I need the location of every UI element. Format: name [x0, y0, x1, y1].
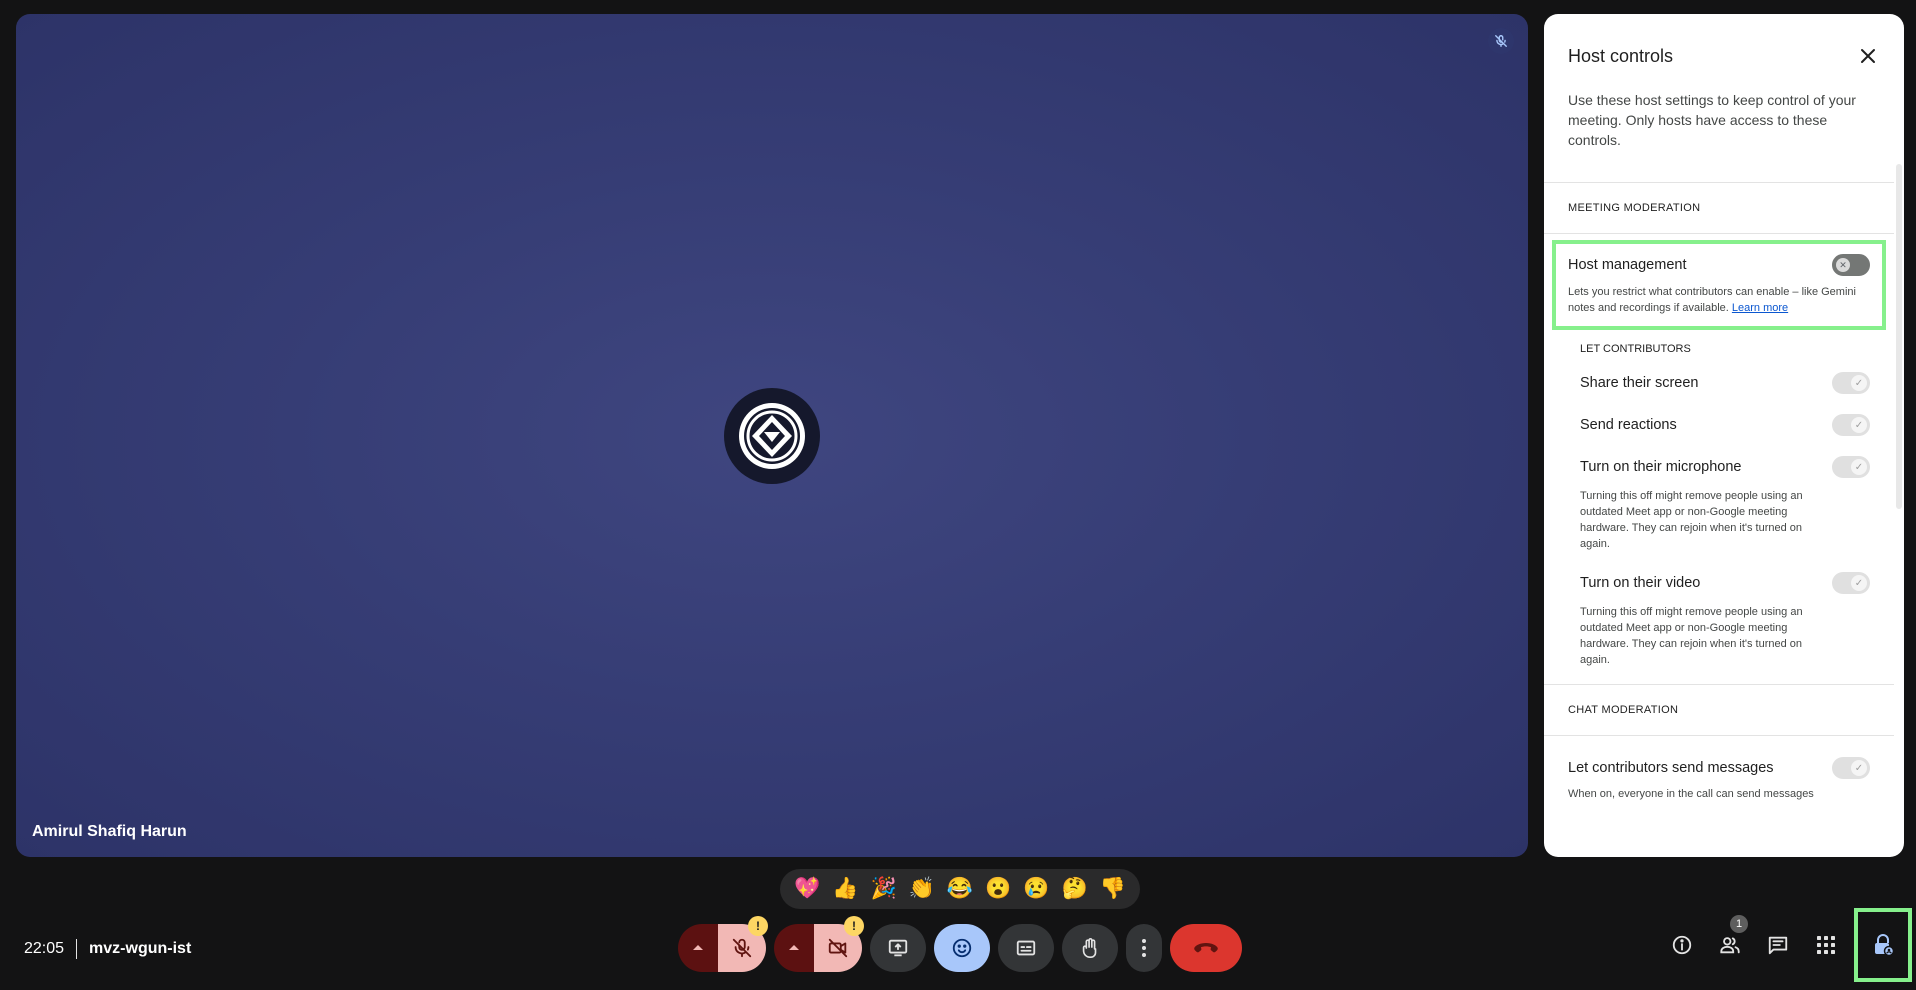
meeting-info: 22:05 mvz-wgun-ist — [24, 939, 191, 959]
raise-hand-button[interactable] — [1062, 924, 1118, 972]
option-title: Send reactions — [1580, 417, 1677, 433]
toggle-off-icon: ✕ — [1836, 258, 1850, 272]
host-controls-panel: Host controls Use these host settings to… — [1544, 14, 1904, 857]
separator — [76, 939, 78, 959]
reaction-party-popper[interactable]: 🎉 — [866, 877, 902, 901]
present-screen-button[interactable] — [870, 924, 926, 972]
send-reactions-toggle[interactable]: ✓ — [1832, 414, 1870, 436]
hand-icon — [1082, 938, 1097, 958]
reaction-crying[interactable]: 😢 — [1018, 877, 1054, 901]
divider — [1544, 233, 1894, 234]
host-management-setting: Host management ✕ Lets you restrict what… — [1552, 240, 1886, 330]
participant-name: Amirul Shafiq Harun — [32, 823, 187, 840]
option-chat-messages: Let contributors send messages ✓ When on… — [1544, 736, 1894, 802]
reaction-surprised[interactable]: 😮 — [980, 877, 1016, 901]
section-meeting-moderation: MEETING MODERATION — [1568, 202, 1701, 214]
present-icon — [888, 939, 908, 957]
reaction-thinking[interactable]: 🤔 — [1057, 877, 1093, 901]
option-video: Turn on their video ✓ Turning this off m… — [1544, 562, 1894, 678]
warning-badge: ! — [844, 916, 864, 936]
audio-options-button[interactable] — [678, 924, 718, 972]
call-controls: ! ! — [678, 916, 1242, 972]
option-send-reactions: Send reactions ✓ — [1544, 404, 1894, 446]
reaction-sparkling-heart[interactable]: 💖 — [789, 877, 825, 901]
camera-control: ! — [774, 916, 864, 972]
option-description: When on, everyone in the call can send m… — [1568, 788, 1814, 800]
panel-scrollbar[interactable] — [1896, 164, 1902, 509]
check-icon: ✓ — [1851, 760, 1867, 776]
option-title: Turn on their video — [1580, 575, 1701, 591]
warning-badge: ! — [748, 916, 768, 936]
close-icon — [1861, 49, 1875, 63]
more-options-button[interactable] — [1126, 924, 1162, 972]
check-icon: ✓ — [1851, 575, 1867, 591]
section-chat-moderation: CHAT MODERATION — [1568, 704, 1679, 716]
check-icon: ✓ — [1851, 375, 1867, 391]
participant-count-badge: 1 — [1730, 915, 1748, 933]
panel-description: Use these host settings to keep control … — [1568, 92, 1856, 148]
reaction-thumbs-down[interactable]: 👎 — [1095, 877, 1131, 901]
host-management-toggle[interactable]: ✕ — [1832, 254, 1870, 276]
video-toggle[interactable]: ✓ — [1832, 572, 1870, 594]
mic-off-icon — [732, 938, 752, 958]
let-contributors-label: LET CONTRIBUTORS — [1580, 343, 1691, 355]
chevron-up-icon — [693, 945, 703, 950]
reaction-thumbs-up[interactable]: 👍 — [827, 877, 863, 901]
meeting-details-button[interactable] — [1658, 921, 1706, 969]
video-tile: Amirul Shafiq Harun — [16, 14, 1528, 857]
microphone-control: ! — [678, 916, 768, 972]
reactions-button[interactable] — [934, 924, 990, 972]
reaction-clapping[interactable]: 👏 — [904, 877, 940, 901]
leave-call-button[interactable] — [1170, 924, 1242, 972]
more-vert-icon — [1142, 939, 1146, 957]
check-icon: ✓ — [1851, 459, 1867, 475]
panel-title: Host controls — [1568, 45, 1674, 66]
option-description: Turning this off might remove people usi… — [1580, 606, 1803, 666]
option-title: Let contributors send messages — [1568, 760, 1774, 776]
option-description: Turning this off might remove people usi… — [1580, 490, 1803, 550]
people-icon — [1720, 937, 1740, 954]
host-controls-button[interactable] — [1854, 908, 1912, 982]
mic-off-icon — [1488, 28, 1514, 54]
reaction-laughing[interactable]: 😂 — [942, 877, 978, 901]
reactions-bar: 💖 👍 🎉 👏 😂 😮 😢 🤔 👎 — [780, 869, 1140, 909]
apps-grid-icon — [1817, 936, 1835, 954]
call-end-icon — [1194, 943, 1218, 953]
host-management-description: Lets you restrict what contributors can … — [1568, 286, 1856, 314]
chat-icon — [1768, 936, 1788, 955]
host-management-title: Host management — [1568, 257, 1687, 273]
avatar — [724, 388, 820, 484]
side-controls: 1 — [1658, 906, 1916, 984]
info-icon — [1672, 935, 1692, 955]
panel-scroll-area: MEETING MODERATION Host management ✕ Let… — [1544, 182, 1894, 857]
activities-button[interactable] — [1802, 921, 1850, 969]
host-lock-icon — [1875, 934, 1895, 957]
check-icon: ✓ — [1851, 417, 1867, 433]
people-button[interactable]: 1 — [1706, 915, 1754, 969]
chat-messages-toggle[interactable]: ✓ — [1832, 757, 1870, 779]
option-share-screen: Share their screen ✓ — [1544, 362, 1894, 404]
option-title: Turn on their microphone — [1580, 459, 1742, 475]
option-title: Share their screen — [1580, 375, 1699, 391]
close-button[interactable] — [1850, 38, 1886, 74]
panel-header: Host controls — [1568, 36, 1886, 76]
captions-icon — [1016, 940, 1036, 956]
share-screen-toggle[interactable]: ✓ — [1832, 372, 1870, 394]
chat-button[interactable] — [1754, 921, 1802, 969]
video-options-button[interactable] — [774, 924, 814, 972]
emoji-icon — [952, 938, 972, 958]
chevron-up-icon — [789, 945, 799, 950]
microphone-toggle[interactable]: ✓ — [1832, 456, 1870, 478]
captions-button[interactable] — [998, 924, 1054, 972]
meeting-code: mvz-wgun-ist — [89, 940, 192, 957]
option-microphone: Turn on their microphone ✓ Turning this … — [1544, 446, 1894, 562]
camera-off-icon — [828, 938, 848, 958]
learn-more-link[interactable]: Learn more — [1732, 302, 1788, 314]
meeting-time: 22:05 — [24, 940, 65, 957]
